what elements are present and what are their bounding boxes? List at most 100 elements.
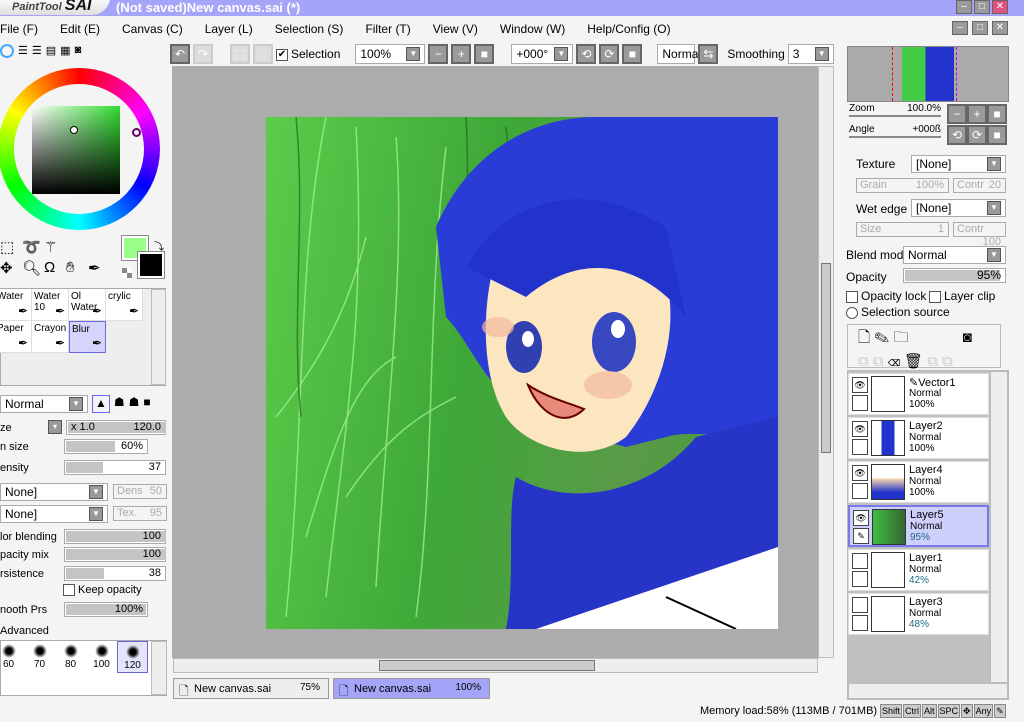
menu-selection[interactable]: Selection (S) bbox=[275, 22, 354, 36]
merge-down-icon[interactable]: ⧉ bbox=[873, 353, 884, 370]
keep-opacity-toggle[interactable]: Keep opacity bbox=[63, 584, 142, 597]
horizontal-scrollbar[interactable] bbox=[173, 658, 818, 673]
color-wheel-tab-icon[interactable] bbox=[0, 44, 14, 58]
opacity-lock-checkbox[interactable] bbox=[846, 290, 858, 303]
palette-tab-icon[interactable]: ▦ bbox=[60, 44, 70, 60]
brush-blend-mode-select[interactable]: Normal ▼ bbox=[0, 395, 88, 413]
layer-list-hscrollbar[interactable] bbox=[848, 683, 1008, 699]
menu-canvas[interactable]: Canvas (C) bbox=[122, 22, 193, 36]
hand-icon[interactable]: ✋︎ bbox=[66, 259, 86, 278]
modifier-key[interactable]: Any bbox=[973, 704, 994, 718]
brush-shape-square[interactable]: ■ bbox=[143, 395, 150, 413]
view-mode-button[interactable]: Normal bbox=[657, 44, 701, 64]
menu-help[interactable]: Help/Config (O) bbox=[587, 22, 680, 36]
menu-file[interactable]: File (F) bbox=[0, 22, 48, 36]
minimize-button[interactable]: – bbox=[956, 0, 972, 14]
secondary-color-swatch[interactable] bbox=[137, 251, 165, 279]
menu-layer[interactable]: Layer (L) bbox=[205, 22, 263, 36]
rgb-slider-tab-icon[interactable]: ☰ bbox=[18, 44, 28, 60]
nav-zoom-reset-button[interactable]: ■ bbox=[987, 104, 1007, 124]
doc-minimize-button[interactable]: – bbox=[952, 21, 968, 35]
lasso-icon[interactable]: ➰ bbox=[22, 238, 42, 257]
close-button[interactable]: ✕ bbox=[992, 0, 1008, 14]
density-slider[interactable]: 37 bbox=[64, 460, 166, 475]
navigator-preview[interactable] bbox=[847, 46, 1009, 102]
layer-lock-toggle[interactable] bbox=[852, 615, 868, 631]
hsv-slider-tab-icon[interactable]: ☰ bbox=[32, 44, 42, 60]
eye-icon[interactable]: 👁︎ bbox=[852, 377, 868, 393]
layer-lock-toggle[interactable] bbox=[852, 483, 868, 499]
advanced-toggle[interactable]: Advanced bbox=[0, 625, 49, 637]
transparent-color-icon[interactable] bbox=[122, 268, 132, 278]
brush-size-preset[interactable]: 70 bbox=[24, 641, 55, 673]
brush-water[interactable]: Water ✒ bbox=[0, 289, 32, 321]
invert-selection-button[interactable]: ◌ bbox=[253, 44, 273, 64]
brush-blur[interactable]: Blur ✒ bbox=[69, 321, 106, 353]
modifier-key[interactable]: Ctrl bbox=[903, 704, 922, 718]
nav-rotate-right-button[interactable]: ⟳ bbox=[967, 125, 987, 145]
layer-opacity-slider[interactable]: 95% bbox=[903, 268, 1006, 283]
apply-mask-icon[interactable]: ⧉ bbox=[942, 353, 953, 370]
delete-layer-icon[interactable]: 🗑 bbox=[904, 353, 923, 370]
document-tab[interactable]: 🗋 New canvas.sai 100% bbox=[333, 678, 490, 699]
brush-size-preset[interactable]: 80 bbox=[55, 641, 86, 673]
nav-rotate-reset-button[interactable]: ■ bbox=[987, 125, 1007, 145]
visibility-toggle[interactable] bbox=[852, 597, 868, 613]
layer-clip-toggle[interactable]: Layer clip bbox=[929, 289, 995, 303]
modifier-key[interactable]: ✎ bbox=[994, 704, 1006, 718]
brush-palette-scrollbar[interactable] bbox=[151, 289, 166, 385]
nav-rotate-left-button[interactable]: ⟲ bbox=[947, 125, 967, 145]
selection-toggle[interactable]: ✔ Selection bbox=[276, 47, 340, 61]
blend-mode-select[interactable]: Normal ▼ bbox=[903, 246, 1006, 264]
brush-crylic[interactable]: crylic ✒ bbox=[106, 289, 143, 321]
modifier-key[interactable]: SPC bbox=[937, 704, 961, 718]
menu-edit[interactable]: Edit (E) bbox=[60, 22, 110, 36]
nav-zoom-slider[interactable]: Zoom 100.0% bbox=[849, 103, 941, 117]
color-wheel[interactable] bbox=[0, 68, 160, 230]
modifier-key[interactable]: Alt bbox=[922, 704, 937, 718]
merge-mask-icon[interactable]: ⧉ bbox=[927, 353, 938, 370]
swatches-tab-icon[interactable]: ▤ bbox=[46, 44, 56, 60]
brush-size-scrollbar[interactable] bbox=[151, 641, 167, 695]
wet-edge-select[interactable]: [None] ▼ bbox=[911, 199, 1006, 217]
brush-shape-sharp[interactable]: ▲ bbox=[92, 395, 110, 413]
selection-source-radio[interactable] bbox=[846, 306, 858, 319]
doc-close-button[interactable]: ✕ bbox=[992, 21, 1008, 35]
vertical-scrollbar[interactable] bbox=[818, 66, 834, 658]
brush-texture-select[interactable]: None] ▼ bbox=[0, 505, 108, 523]
eyedropper-icon[interactable]: ✒ bbox=[88, 259, 108, 278]
zoom-reset-button[interactable]: ■ bbox=[474, 44, 495, 64]
zoom-icon[interactable]: 🔍︎ bbox=[22, 259, 42, 278]
artwork-canvas[interactable] bbox=[266, 117, 778, 629]
layer-mask-icon[interactable]: ◙ bbox=[963, 329, 972, 346]
angle-select[interactable]: +000° ▼ bbox=[511, 44, 574, 64]
undo-button[interactable]: ↶ bbox=[170, 44, 190, 64]
brush-crayon[interactable]: Crayon ✒ bbox=[32, 321, 69, 353]
min-size-slider[interactable]: 60% bbox=[64, 439, 148, 454]
keep-opacity-checkbox[interactable] bbox=[63, 584, 75, 597]
layer-clip-checkbox[interactable] bbox=[929, 290, 941, 303]
brush-size-preset[interactable]: 60 bbox=[0, 641, 24, 673]
modifier-key[interactable]: ✥ bbox=[961, 704, 973, 718]
eye-icon[interactable]: 👁︎ bbox=[852, 465, 868, 481]
texture-select[interactable]: [None] ▼ bbox=[911, 155, 1006, 173]
rotate-icon[interactable]: Ω bbox=[44, 259, 64, 278]
layer-lock-toggle[interactable] bbox=[852, 395, 868, 411]
swap-colors-icon[interactable]: ⤵ bbox=[154, 238, 164, 253]
vertical-scroll-thumb[interactable] bbox=[821, 263, 831, 453]
brush-size-preset[interactable]: 120 bbox=[117, 641, 148, 673]
opacity-mix-slider[interactable]: 100 bbox=[64, 547, 166, 562]
nav-zoom-out-button[interactable]: − bbox=[947, 104, 967, 124]
menu-window[interactable]: Window (W) bbox=[500, 22, 575, 36]
size-slider[interactable]: x 1.0 120.0 bbox=[66, 420, 166, 435]
rotate-reset-button[interactable]: ■ bbox=[622, 44, 643, 64]
brush-paper[interactable]: Paper ✒ bbox=[0, 321, 32, 353]
selection-source-toggle[interactable]: Selection source bbox=[846, 305, 950, 319]
menu-filter[interactable]: Filter (T) bbox=[365, 22, 420, 36]
menu-view[interactable]: View (V) bbox=[433, 22, 488, 36]
layer-item-layer1[interactable]: Layer1 Normal 42% bbox=[848, 549, 989, 591]
layer-list-scrollbar[interactable] bbox=[990, 371, 1008, 683]
brush-size-preset[interactable]: 100 bbox=[86, 641, 117, 673]
doc-restore-button[interactable]: □ bbox=[972, 21, 988, 35]
nav-angle-slider[interactable]: Angle +000ß bbox=[849, 124, 941, 138]
